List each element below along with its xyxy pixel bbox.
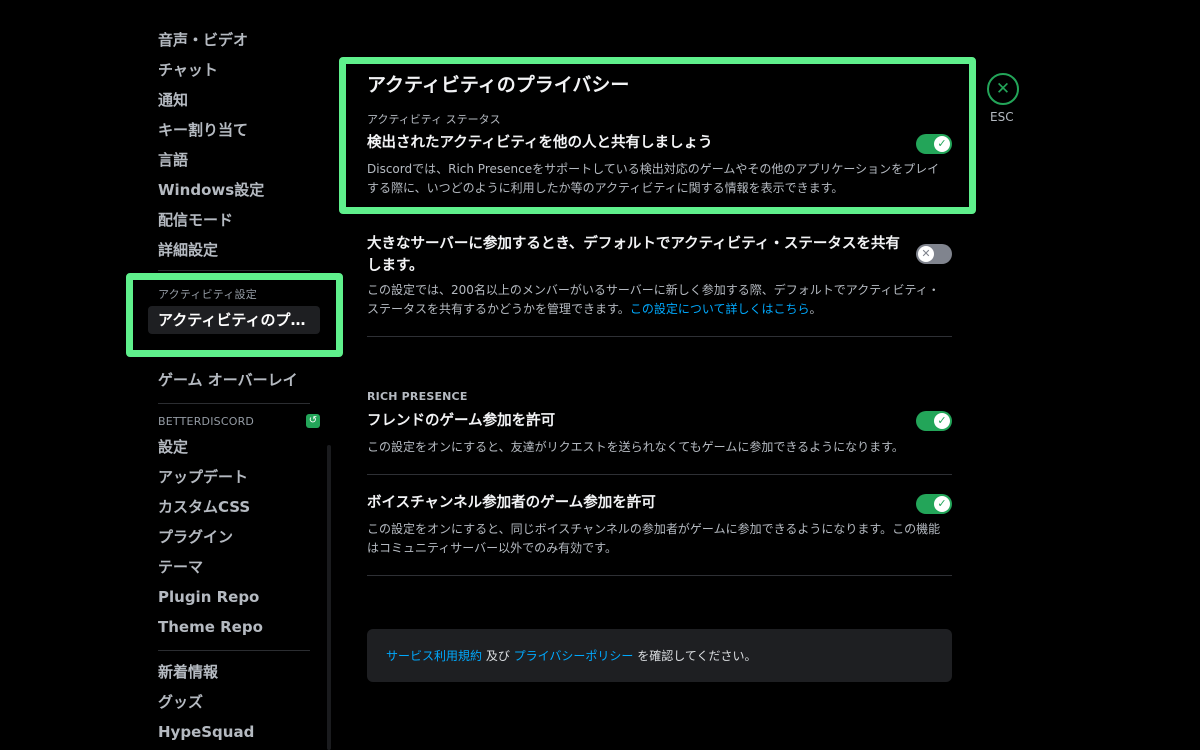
close-icon[interactable]: ✕ — [987, 73, 1019, 105]
sidebar-item-plugins[interactable]: プラグイン — [158, 525, 233, 549]
voice-join-toggle[interactable]: ✓ — [916, 494, 952, 514]
setting-title-large-server-share: 大きなサーバーに参加するとき、デフォルトでアクティビティ・ステータスを共有します… — [367, 236, 900, 274]
settings-sidebar: 音声・ビデオ チャット 通知 キー割り当て 言語 Windows設定 配信モード… — [0, 0, 336, 750]
sidebar-item-themes[interactable]: テーマ — [158, 555, 203, 579]
check-icon: ✓ — [934, 496, 950, 512]
footer-end: を確認してください。 — [633, 649, 757, 663]
sidebar-item-whats-new[interactable]: 新着情報 — [158, 660, 218, 684]
friend-join-toggle[interactable]: ✓ — [916, 411, 952, 431]
sidebar-item-chat[interactable]: チャット — [158, 58, 218, 82]
sidebar-item-custom-css[interactable]: カスタムCSS — [158, 495, 250, 519]
setting-desc-large-server-share: この設定では、200名以上のメンバーがいるサーバーに新しく参加する際、デフォルト… — [367, 281, 947, 319]
policy-footer: サービス利用規約 及び プライバシーポリシー を確認してください。 — [367, 629, 952, 682]
esc-label: ESC — [990, 110, 1014, 124]
sidebar-item-game-overlay[interactable]: ゲーム オーバーレイ — [158, 368, 298, 392]
highlight-box-sidebar — [126, 273, 343, 357]
sidebar-divider — [158, 650, 310, 651]
sidebar-item-keybinds[interactable]: キー割り当て — [158, 118, 248, 142]
sidebar-item-advanced[interactable]: 詳細設定 — [158, 238, 218, 262]
sidebar-divider — [158, 270, 310, 271]
section-label-rich-presence: RICH PRESENCE — [367, 390, 468, 403]
sidebar-item-hypesquad[interactable]: HypeSquad — [158, 720, 254, 744]
sidebar-divider — [158, 403, 310, 404]
divider — [367, 575, 952, 576]
setting-title-friend-join: フレンドのゲーム参加を許可 — [367, 413, 556, 429]
footer-text: サービス利用規約 及び プライバシーポリシー を確認してください。 — [386, 647, 757, 664]
sidebar-item-theme-repo[interactable]: Theme Repo — [158, 615, 263, 639]
sidebar-item-bd-settings[interactable]: 設定 — [158, 435, 188, 459]
sidebar-scrollbar[interactable] — [327, 445, 331, 750]
highlight-box-main — [339, 57, 976, 214]
x-icon: ✕ — [918, 246, 934, 262]
sidebar-item-notifications[interactable]: 通知 — [158, 88, 188, 112]
sidebar-item-plugin-repo[interactable]: Plugin Repo — [158, 585, 259, 609]
sidebar-item-voice-video[interactable]: 音声・ビデオ — [158, 28, 248, 52]
setting-desc-friend-join: この設定をオンにすると、友達がリクエストを送られなくてもゲームに参加できるように… — [367, 440, 904, 454]
setting-title-voice-join: ボイスチャンネル参加者のゲーム参加を許可 — [367, 495, 656, 511]
sidebar-item-streamer-mode[interactable]: 配信モード — [158, 208, 233, 232]
history-icon[interactable]: ↺ — [306, 414, 320, 428]
setting-desc-voice-join: この設定をオンにすると、同じボイスチャンネルの参加者がゲームに参加できるようにな… — [367, 522, 941, 555]
large-server-share-toggle[interactable]: ✕ — [916, 244, 952, 264]
sidebar-item-merch[interactable]: グッズ — [158, 690, 203, 714]
terms-link[interactable]: サービス利用規約 — [386, 649, 482, 663]
sidebar-header-betterdiscord: BETTERDISCORD — [158, 415, 255, 428]
desc-end: 。 — [809, 302, 822, 316]
check-icon: ✓ — [934, 413, 950, 429]
privacy-policy-link[interactable]: プライバシーポリシー — [514, 649, 634, 663]
sidebar-item-windows-settings[interactable]: Windows設定 — [158, 178, 264, 202]
divider — [367, 336, 952, 337]
sidebar-item-updates[interactable]: アップデート — [158, 465, 248, 489]
learn-more-link[interactable]: この設定について詳しくはこちら — [630, 302, 810, 316]
sidebar-item-language[interactable]: 言語 — [158, 148, 188, 172]
footer-mid: 及び — [482, 649, 514, 663]
divider — [367, 474, 952, 475]
